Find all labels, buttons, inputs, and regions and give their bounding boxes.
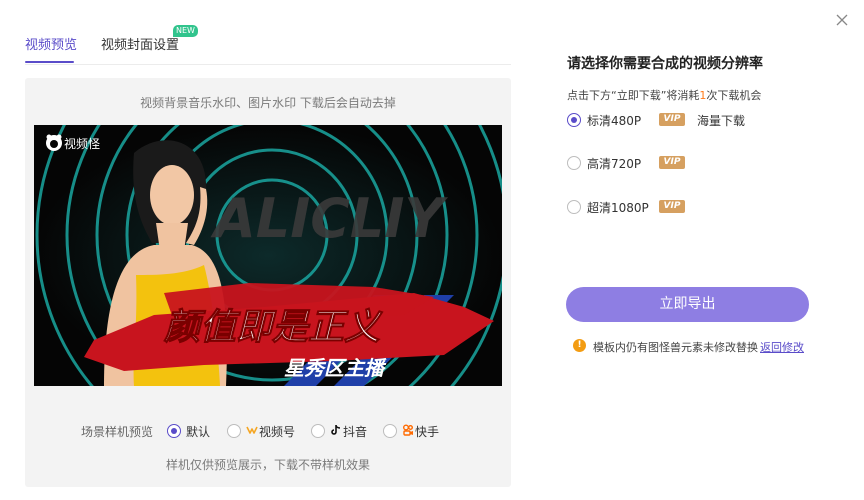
wechat-channels-icon [246,426,258,434]
scene-option-label: 快手 [415,425,440,439]
tabs-divider [25,64,511,65]
warning-icon: ! [573,339,586,352]
scene-option-default[interactable]: 默认 [167,422,217,440]
svg-text:视频怪: 视频怪 [64,136,100,151]
tab-video-preview[interactable]: 视频预览 [25,34,77,53]
watermark-hint: 视频背景音乐水印、图片水印 下载后会自动去掉 [140,96,396,110]
resolution-label: 超清1080P [587,201,649,215]
unreplaced-elements-warning: ! 模板内仍有图怪兽元素未修改替换 返回修改 [573,338,853,354]
radio-kuaishou[interactable] [383,424,397,438]
vip-badge: VIP [659,200,685,213]
export-pane: 请选择你需要合成的视频分辨率 点击下方“立即下载”将消耗1次下载机会 标清480… [539,0,864,500]
mockup-hint: 样机仅供预览展示，下载不带样机效果 [165,458,370,472]
radio-wechat-channels[interactable] [227,424,241,438]
scene-option-douyin[interactable]: 抖音 [311,422,373,440]
preview-panel: 视频背景音乐水印、图片水印 下载后会自动去掉 ALICLIY 颜值即是正义 星秀… [25,78,511,487]
video-preview[interactable]: ALICLIY 颜值即是正义 星秀区主播 视频怪 [34,125,502,386]
warning-text: 模板内仍有图怪兽元素未修改替换 [593,341,758,354]
tab-cover-settings[interactable]: 视频封面设置 [101,34,179,53]
new-badge: NEW [173,25,198,37]
kuaishou-icon [403,424,413,436]
radio-1080p[interactable] [567,200,581,214]
watermark-logo: 视频怪 [46,134,100,151]
scene-option-label: 抖音 [343,425,368,439]
vip-badge: VIP [659,113,685,126]
close-icon[interactable] [835,13,849,27]
scene-option-label: 默认 [186,425,211,439]
bg-text: ALICLIY [210,187,448,250]
active-tab-indicator [25,61,74,63]
resolution-option-720p[interactable]: 高清720P VIP [567,154,827,172]
resolution-option-480p[interactable]: 标清480P VIP 海量下载 [567,111,827,129]
scene-label: 场景样机预览 [81,425,154,439]
scene-preview-row: 场景样机预览 默认 视频号 抖音 快手 [81,422,501,440]
cost-note-prefix: 点击下方“立即下载”将消耗 [567,89,700,102]
radio-douyin[interactable] [311,424,325,438]
go-back-edit-link[interactable]: 返回修改 [760,339,804,355]
resolution-label: 标清480P [587,114,642,128]
resolution-option-1080p[interactable]: 超清1080P VIP [567,198,827,216]
resolution-title: 请选择你需要合成的视频分辨率 [567,56,763,72]
douyin-icon [331,424,341,435]
scene-option-kuaishou[interactable]: 快手 [383,422,445,440]
scene-option-label: 视频号 [259,425,296,439]
subheadline-text: 星秀区主播 [284,356,387,380]
preview-artwork: ALICLIY 颜值即是正义 星秀区主播 视频怪 [34,125,502,386]
export-now-button[interactable]: 立即导出 [566,287,809,322]
headline-text: 颜值即是正义 [163,307,383,348]
radio-720p[interactable] [567,156,581,170]
preview-pane: 视频预览 视频封面设置 NEW 视频背景音乐水印、图片水印 下载后会自动去掉 A… [0,0,539,500]
cost-note-suffix: 次下载机会 [706,89,762,102]
download-cost-note: 点击下方“立即下载”将消耗1次下载机会 [567,87,761,103]
vip-badge: VIP [659,156,685,169]
radio-default[interactable] [167,424,181,438]
scene-option-wechat-channels[interactable]: 视频号 [227,422,299,440]
resolution-label: 高清720P [587,157,642,171]
radio-480p[interactable] [567,113,581,127]
bulk-download-text: 海量下载 [697,114,746,128]
